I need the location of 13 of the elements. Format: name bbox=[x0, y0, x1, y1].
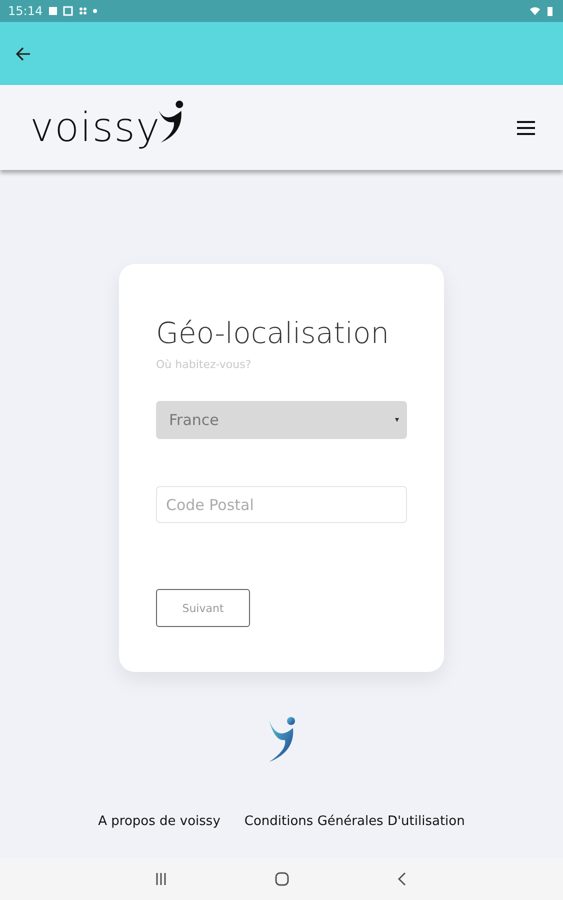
status-time: 15:14 bbox=[8, 4, 43, 18]
grid-icon bbox=[78, 6, 88, 16]
postal-code-field[interactable]: Code Postal bbox=[156, 486, 407, 523]
form-title: Géo-localisation bbox=[156, 316, 390, 350]
home-icon[interactable] bbox=[274, 871, 290, 887]
footer-link[interactable]: Conditions Générales D'utilisation bbox=[244, 814, 465, 829]
menu-icon[interactable] bbox=[517, 120, 535, 134]
dot-icon bbox=[92, 9, 97, 13]
footer-link[interactable]: A propos de voissy bbox=[98, 814, 220, 829]
back-arrow-icon[interactable] bbox=[15, 46, 31, 62]
wifi-icon bbox=[530, 6, 540, 16]
logo-text[interactable]: voissy bbox=[30, 104, 161, 150]
battery-icon bbox=[545, 6, 555, 16]
